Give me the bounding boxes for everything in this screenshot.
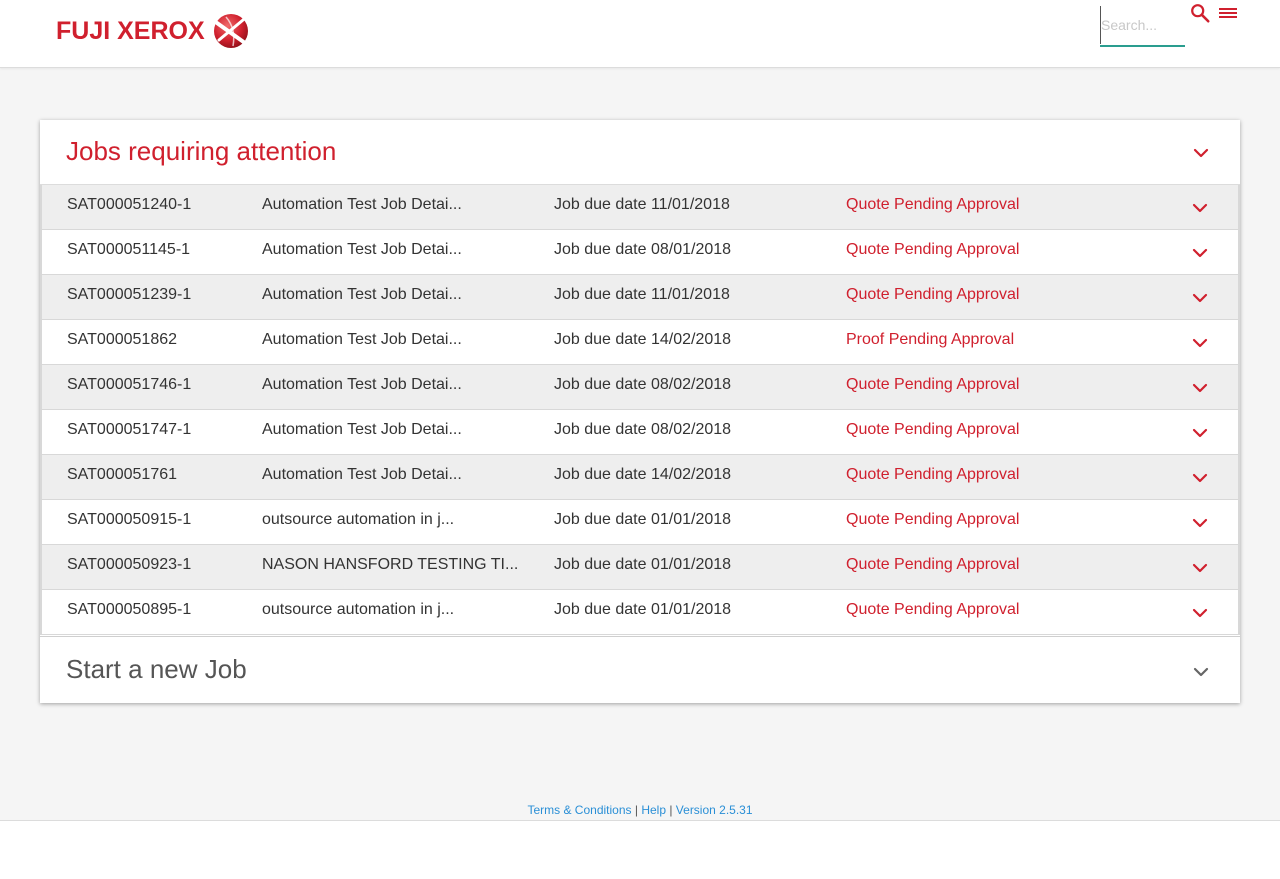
job-description: Automation Test Job Detai...: [262, 286, 462, 303]
footer-separator: |: [631, 803, 642, 817]
chevron-down-icon[interactable]: [1192, 428, 1208, 438]
chevron-down-icon[interactable]: [1192, 473, 1208, 483]
job-row[interactable]: SAT000051862 Automation Test Job Detai..…: [40, 320, 1240, 365]
search-input[interactable]: [1100, 6, 1185, 44]
job-status: Quote Pending Approval: [846, 601, 1020, 618]
job-row[interactable]: SAT000051145-1 Automation Test Job Detai…: [40, 230, 1240, 275]
job-id: SAT000050915-1: [67, 511, 192, 528]
job-due-date: Job due date 11/01/2018: [554, 286, 730, 303]
job-description: Automation Test Job Detai...: [262, 376, 462, 393]
job-id: SAT000051761: [67, 466, 178, 483]
search-icon[interactable]: [1189, 2, 1211, 24]
job-row[interactable]: SAT000050915-1 outsource automation in j…: [40, 500, 1240, 545]
xerox-ball-icon: [213, 14, 248, 48]
jobs-card: Jobs requiring attention SAT000051240-1 …: [40, 120, 1240, 703]
hamburger-menu-icon[interactable]: [1217, 3, 1239, 23]
chevron-down-icon[interactable]: [1192, 608, 1208, 618]
search-field[interactable]: [1100, 6, 1185, 47]
chevron-down-icon[interactable]: [1192, 293, 1208, 303]
help-link[interactable]: Help: [641, 803, 666, 817]
job-description: Automation Test Job Detai...: [262, 241, 462, 258]
job-status: Quote Pending Approval: [846, 376, 1020, 393]
jobs-requiring-attention-title[interactable]: Jobs requiring attention: [66, 136, 336, 167]
job-due-date: Job due date 01/01/2018: [554, 511, 732, 528]
job-description: outsource automation in j...: [262, 601, 455, 618]
job-id: SAT000051239-1: [67, 286, 192, 303]
job-due-date: Job due date 08/02/2018: [554, 376, 732, 393]
job-description: Automation Test Job Detai...: [262, 466, 462, 483]
job-due-date: Job due date 08/01/2018: [554, 241, 732, 258]
fuji-xerox-logo[interactable]: FUJI XEROX: [56, 12, 249, 50]
job-row[interactable]: SAT000051746-1 Automation Test Job Detai…: [40, 365, 1240, 410]
job-row[interactable]: SAT000050895-1 outsource automation in j…: [40, 590, 1240, 635]
chevron-down-icon[interactable]: [1192, 248, 1208, 258]
job-status: Quote Pending Approval: [846, 511, 1020, 528]
job-description: NASON HANSFORD TESTING TI...: [262, 556, 519, 573]
job-status: Quote Pending Approval: [846, 421, 1020, 438]
job-status: Proof Pending Approval: [846, 331, 1015, 348]
top-header: FUJI XEROX: [0, 0, 1280, 68]
terms-link[interactable]: Terms & Conditions: [527, 803, 631, 817]
job-row[interactable]: SAT000051239-1 Automation Test Job Detai…: [40, 275, 1240, 320]
job-id: SAT000050895-1: [67, 601, 192, 618]
job-row[interactable]: SAT000050923-1 NASON HANSFORD TESTING TI…: [40, 545, 1240, 590]
jobs-list: SAT000051240-1 Automation Test Job Detai…: [40, 184, 1240, 635]
job-due-date: Job due date 14/02/2018: [554, 331, 732, 348]
chevron-down-icon[interactable]: [1193, 148, 1209, 158]
job-description: Automation Test Job Detai...: [262, 421, 462, 438]
chevron-down-icon[interactable]: [1192, 563, 1208, 573]
chevron-down-icon[interactable]: [1192, 518, 1208, 528]
job-status: Quote Pending Approval: [846, 196, 1020, 213]
job-due-date: Job due date 08/02/2018: [554, 421, 732, 438]
chevron-down-icon[interactable]: [1193, 667, 1209, 677]
job-description: outsource automation in j...: [262, 511, 455, 528]
job-id: SAT000051747-1: [67, 421, 192, 438]
job-row[interactable]: SAT000051747-1 Automation Test Job Detai…: [40, 410, 1240, 455]
job-id: SAT000051862: [67, 331, 178, 348]
job-status: Quote Pending Approval: [846, 286, 1020, 303]
job-id: SAT000050923-1: [67, 556, 192, 573]
job-due-date: Job due date 14/02/2018: [554, 466, 732, 483]
job-due-date: Job due date 01/01/2018: [554, 556, 732, 573]
job-description: Automation Test Job Detai...: [262, 196, 462, 213]
job-id: SAT000051240-1: [67, 196, 192, 213]
start-new-job-title[interactable]: Start a new Job: [66, 654, 247, 685]
chevron-down-icon[interactable]: [1192, 383, 1208, 393]
footer-links: Terms & Conditions | Help | Version 2.5.…: [0, 803, 1280, 817]
job-status: Quote Pending Approval: [846, 556, 1020, 573]
footer-separator: |: [666, 803, 676, 817]
start-new-job-section[interactable]: Start a new Job: [40, 636, 1240, 703]
job-description: Automation Test Job Detai...: [262, 331, 462, 348]
job-row[interactable]: SAT000051761 Automation Test Job Detai..…: [40, 455, 1240, 500]
job-id: SAT000051746-1: [67, 376, 192, 393]
chevron-down-icon[interactable]: [1192, 203, 1208, 213]
job-id: SAT000051145-1: [67, 241, 191, 258]
job-due-date: Job due date 01/01/2018: [554, 601, 732, 618]
job-status: Quote Pending Approval: [846, 466, 1020, 483]
job-due-date: Job due date 11/01/2018: [554, 196, 730, 213]
version-link[interactable]: Version 2.5.31: [676, 803, 753, 817]
job-row[interactable]: SAT000051240-1 Automation Test Job Detai…: [40, 185, 1240, 230]
page-bottom: [0, 821, 1280, 879]
chevron-down-icon[interactable]: [1192, 338, 1208, 348]
job-status: Quote Pending Approval: [846, 241, 1020, 258]
logo-wordmark: FUJI XEROX: [56, 16, 205, 45]
